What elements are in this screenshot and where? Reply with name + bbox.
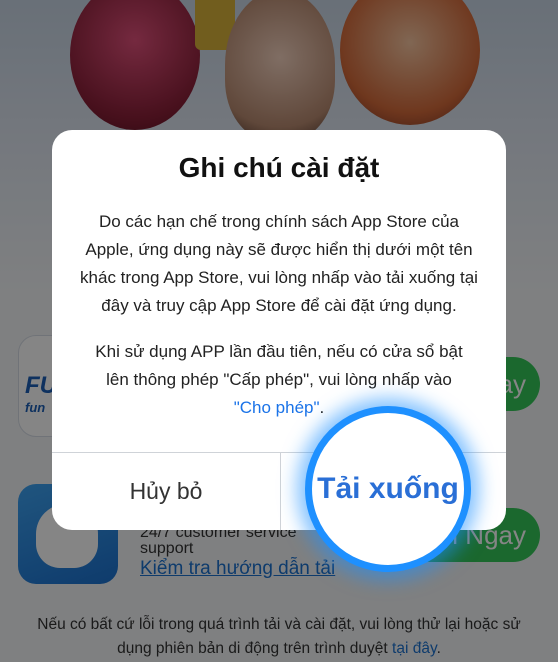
dialog-message: Do các hạn chế trong chính sách App Stor… (80, 212, 478, 315)
dialog-note-text: Khi sử dụng APP lần đầu tiên, nếu có cửa… (95, 342, 463, 389)
allow-link: "Cho phép" (233, 398, 320, 417)
dialog-title: Ghi chú cài đặt (178, 152, 380, 183)
dialog-note-end: . (319, 398, 325, 417)
download-button-label: Tải xuống (317, 472, 459, 505)
cancel-button[interactable]: Hủy bỏ (52, 453, 280, 530)
download-button[interactable]: Tải xuống (305, 406, 471, 572)
